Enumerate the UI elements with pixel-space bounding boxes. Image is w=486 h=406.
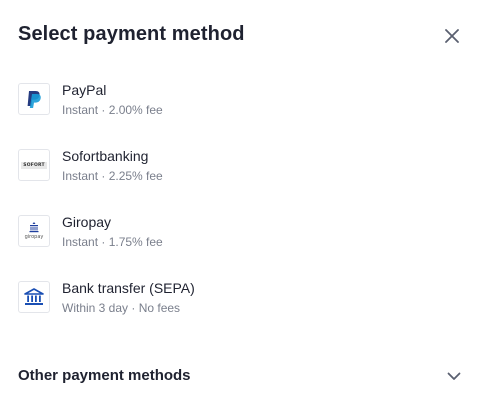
method-name: PayPal <box>62 82 107 98</box>
other-payment-methods-toggle[interactable]: Other payment methods <box>18 364 464 388</box>
payment-method-paypal[interactable]: PayPal Instant · 2.00% fee <box>18 78 458 144</box>
method-detail: Instant · 2.00% fee <box>62 103 163 117</box>
close-button[interactable] <box>440 24 464 48</box>
payment-method-sofortbanking[interactable]: SOFORT Sofortbanking Instant · 2.25% fee <box>18 144 458 210</box>
page-title: Select payment method <box>18 23 245 45</box>
payment-method-giropay[interactable]: giropay Giropay Instant · 1.75% fee <box>18 210 458 276</box>
paypal-logo <box>18 83 50 115</box>
other-payment-methods-label: Other payment methods <box>18 367 191 384</box>
method-detail: Instant · 1.75% fee <box>62 235 163 249</box>
sofort-logo: SOFORT <box>18 149 50 181</box>
method-detail: Instant · 2.25% fee <box>62 169 163 183</box>
payment-method-list: PayPal Instant · 2.00% fee SOFORT Sofort… <box>18 78 458 342</box>
method-name: Bank transfer (SEPA) <box>62 280 195 296</box>
sofort-logo-text: SOFORT <box>21 161 47 169</box>
close-icon <box>445 29 459 43</box>
giropay-logo: giropay <box>18 215 50 247</box>
method-name: Sofortbanking <box>62 148 149 164</box>
modal-header: Select payment method <box>18 20 468 52</box>
method-detail: Within 3 day · No fees <box>62 301 181 315</box>
payment-method-bank-transfer[interactable]: Bank transfer (SEPA) Within 3 day · No f… <box>18 276 458 342</box>
chevron-down-icon <box>444 366 464 386</box>
method-name: Giropay <box>62 214 112 230</box>
giropay-logo-text: giropay <box>24 234 44 240</box>
bank-icon <box>18 281 50 313</box>
